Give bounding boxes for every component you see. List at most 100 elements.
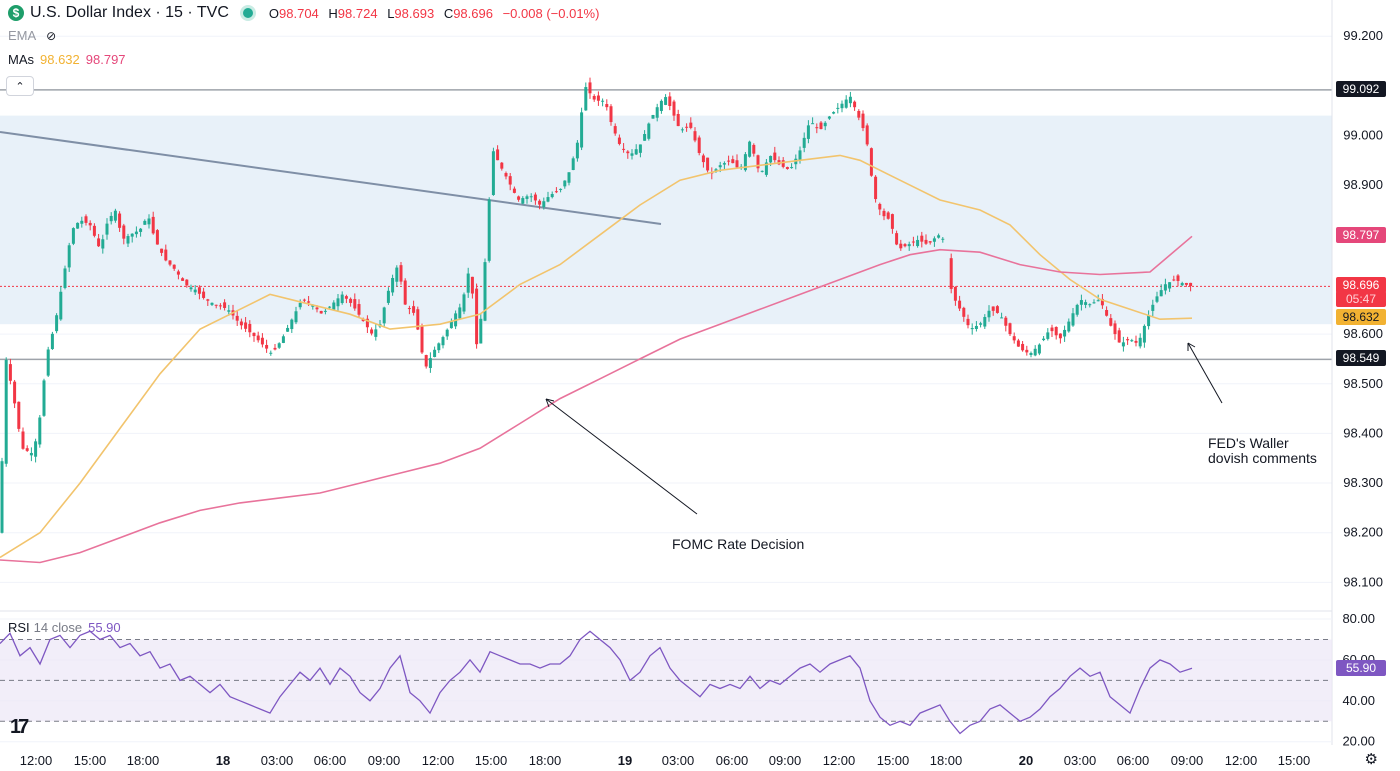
time-tick-label: 09:00 [1171,753,1204,768]
candle-body [353,299,357,309]
time-tick-label: 12:00 [422,753,455,768]
time-axis[interactable]: 12:00 15:00 18:00 18 03:00 06:00 09:00 12:00 15:… [20,753,1311,768]
candle-body [92,225,96,236]
candle-body [344,296,348,299]
candle-body [735,160,739,168]
candle-body [567,172,571,183]
candle-body [823,122,827,127]
candle-body [928,241,932,243]
rsi-value-tag[interactable]: 55.90 [1336,660,1386,676]
candle-body [1008,323,1012,335]
candle-body [521,198,525,204]
candle-body [1042,338,1046,341]
ema-label[interactable]: EMA [8,28,36,43]
candle-body [559,188,563,190]
candle-body [97,238,101,247]
candle-body [659,100,663,111]
candle-body [1000,317,1004,319]
time-tick-label: 18:00 [127,753,160,768]
candle-body [273,347,277,350]
candle-body [811,123,815,125]
candle-body [676,113,680,127]
candle-body [685,126,689,128]
candle-body [1168,282,1172,289]
candle-body [609,106,613,123]
ma-fast-price-tag[interactable]: 98.632 [1336,309,1386,325]
candle-body [113,210,117,221]
eye-hidden-icon[interactable]: ⊘ [46,29,56,43]
ema-legend[interactable]: EMA ⊘ [8,28,56,43]
settings-gear-icon[interactable]: ⚙ [1365,750,1378,768]
chart-canvas[interactable]: 99.20099.00098.90098.80098.70098.60098.5… [0,0,1400,771]
candle-body [1033,348,1037,356]
candle-body [953,287,957,301]
candle-body [239,321,243,326]
candle-body [517,196,521,200]
candle-body [819,122,823,130]
candle-body [895,233,899,245]
candle-body [0,461,4,533]
candle-body [328,306,332,308]
candle-body [903,244,907,247]
tradingview-logo[interactable]: 17 [10,716,29,739]
candle-body [155,230,159,245]
candle-body [38,417,42,445]
candle-body [525,196,529,199]
candle-body [294,311,298,323]
candle-body [88,222,92,226]
candle-body [491,151,495,195]
candle-body [512,188,516,193]
candle-body [533,194,537,201]
candle-body [487,199,491,261]
ma-slow-price-tag[interactable]: 98.797 [1336,227,1386,243]
resistance-price-tag[interactable]: 99.092 [1336,81,1386,97]
rsi-axis[interactable]: 80.0060.0040.0020.00 [1342,611,1375,749]
candle-body [84,216,88,223]
candle-body [202,291,206,298]
high-label: H [328,5,338,21]
candle-body [281,336,285,343]
candle-body [172,264,176,269]
rsi-label[interactable]: RSI [8,620,30,635]
candle-body [529,196,533,198]
dollar-icon[interactable]: $ [8,5,24,21]
time-tick-label: 03:00 [261,753,294,768]
candle-body [265,344,269,349]
candle-body [769,155,773,163]
candle-body [773,152,777,161]
candle-body [815,127,819,129]
candle-body [76,222,80,229]
mas-legend[interactable]: MAs 98.632 98.797 [8,52,126,67]
price-tick-label: 99.200 [1343,28,1383,43]
time-tick-label: 20 [1019,753,1033,768]
candle-body [101,239,105,249]
candle-body [1071,313,1075,326]
candle-body [958,300,962,309]
candle-body [693,131,697,141]
rsi-legend[interactable]: RSI 14 close 55.90 [8,620,121,635]
candle-body [1189,282,1193,287]
candle-body [391,277,395,293]
candle-body [546,197,550,202]
candle-body [46,349,50,376]
candle-body [727,160,731,162]
candle-body [1130,340,1134,342]
candle-body [256,335,260,341]
mas-label[interactable]: MAs [8,52,34,67]
chevron-up-icon[interactable]: ⌃ [6,76,34,96]
candle-body [878,203,882,210]
candle-body [462,294,466,312]
candle-body [197,287,201,294]
support-price-tag[interactable]: 98.549 [1336,350,1386,366]
candle-body [185,279,189,286]
candle-body [1117,330,1121,343]
time-tick-label: 12:00 [1225,753,1258,768]
candle-body [983,317,987,327]
candle-body [126,236,130,244]
candle-body [1092,302,1096,304]
time-tick-label: 15:00 [74,753,107,768]
price-tick-label: 98.500 [1343,376,1383,391]
symbol-title[interactable]: U.S. Dollar Index · 15 · TVC [30,4,229,22]
candle-body [1147,315,1151,327]
candle-body [580,112,584,148]
